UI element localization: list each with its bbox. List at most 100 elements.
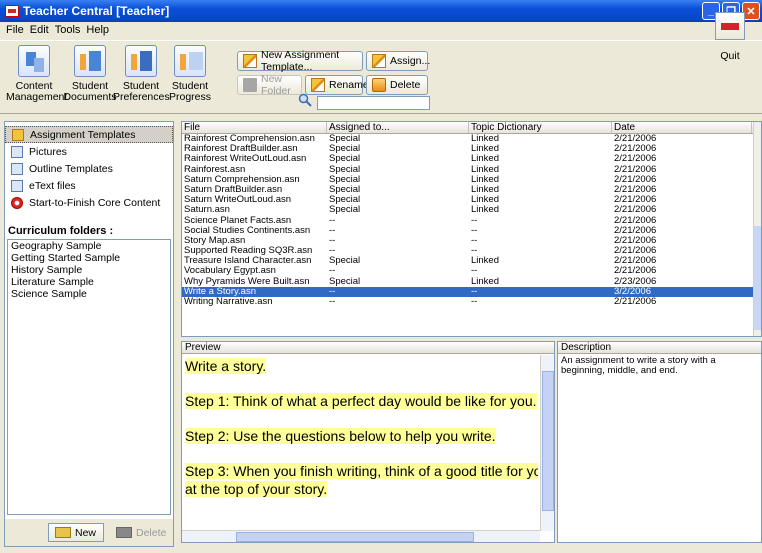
table-cell: Special: [329, 205, 361, 216]
folder-item[interactable]: Getting Started Sample: [8, 252, 170, 264]
description-pane: Description An assignment to write a sto…: [557, 341, 762, 543]
new-curriculum-folder-button[interactable]: New: [48, 523, 104, 542]
table-cell: Saturn Comprehension.asn: [184, 174, 300, 185]
table-row[interactable]: Treasure Island Character.asn Special Link…: [182, 256, 761, 266]
description-text: An assignment to write a story with a be…: [561, 355, 716, 376]
table-row[interactable]: Saturn Comprehension.asn Special Linked 2/2…: [182, 175, 761, 185]
table-cell: Linked: [471, 154, 499, 165]
assignment-templates-icon: [12, 128, 24, 141]
nav-pictures[interactable]: Pictures: [5, 143, 173, 160]
content-management-icon: [18, 45, 50, 77]
table-row[interactable]: Science Planet Facts.asn -- -- 2/21/2006: [182, 216, 761, 226]
new-folder-button[interactable]: New Folder: [237, 73, 302, 97]
table-row[interactable]: Why Pyramids Were Built.asn Special Linked…: [182, 277, 761, 287]
table-row[interactable]: Saturn DraftBuilder.asn Special Linked 2/21…: [182, 185, 761, 195]
table-cell: Linked: [471, 184, 499, 195]
table-row[interactable]: Saturn WriteOutLoud.asn Special Linked 2/21…: [182, 195, 761, 205]
table-cell: Linked: [471, 276, 499, 287]
table-cell: 2/21/2006: [614, 195, 657, 206]
table-cell: 2/23/2006: [614, 276, 657, 287]
table-cell: 2/21/2006: [614, 164, 657, 175]
table-cell: Why Pyramids Were Built.asn: [184, 276, 310, 287]
table-cell: --: [329, 246, 336, 257]
table-cell: Special: [329, 174, 361, 185]
folder-item[interactable]: Geography Sample: [8, 240, 170, 252]
preview-vertical-scrollbar[interactable]: [540, 355, 554, 531]
preview-horizontal-scrollbar[interactable]: [182, 530, 540, 542]
table-row[interactable]: Supported Reading SQ3R.asn -- -- 2/21/2006: [182, 246, 761, 256]
preview-header: Preview: [182, 342, 554, 354]
table-row[interactable]: Writing Narrative.asn -- -- 2/21/2006: [182, 297, 761, 307]
table-cell: Special: [329, 256, 361, 267]
preview-line: Write a story.: [185, 358, 267, 374]
preview-pane: Preview Write a story. Step 1: Think of …: [181, 341, 555, 543]
table-cell: Saturn DraftBuilder.asn: [184, 184, 283, 195]
table-row[interactable]: Social Studies Continents.asn -- -- 2/21/20…: [182, 226, 761, 236]
title-bar: Teacher Central [Teacher] _ ❐ ✕: [0, 0, 762, 22]
folder-item[interactable]: History Sample: [8, 264, 170, 276]
search-input[interactable]: [317, 96, 430, 110]
nav-assignment-templates[interactable]: Assignment Templates: [5, 126, 173, 143]
table-cell: 2/21/2006: [614, 256, 657, 267]
nav-core-content[interactable]: Start-to-Finish Core Content: [5, 194, 173, 211]
search-icon: [298, 93, 312, 107]
nav-outline-templates[interactable]: Outline Templates: [5, 160, 173, 177]
student-preferences-button[interactable]: Student Preferences: [113, 45, 170, 103]
table-cell: Special: [329, 154, 361, 165]
table-cell: Linked: [471, 174, 499, 185]
table-cell: Special: [329, 144, 361, 155]
table-cell: --: [329, 215, 336, 226]
column-header-topic[interactable]: Topic Dictionary: [469, 122, 612, 133]
pictures-icon: [11, 145, 23, 158]
column-header-date[interactable]: Date: [612, 122, 752, 133]
table-cell: --: [329, 297, 336, 307]
etext-files-icon: [11, 179, 23, 192]
folder-item[interactable]: Literature Sample: [8, 276, 170, 288]
student-progress-icon: [174, 45, 206, 77]
table-cell: Special: [329, 134, 361, 144]
menu-tools[interactable]: Tools: [52, 24, 84, 36]
table-row[interactable]: Rainforest Comprehension.asn Special Linke…: [182, 134, 761, 144]
content-management-button[interactable]: Content Management: [6, 45, 67, 103]
table-cell: 2/21/2006: [614, 235, 657, 246]
new-assignment-template-button[interactable]: New Assignment Template...: [237, 49, 363, 73]
table-cell: Linked: [471, 144, 499, 155]
table-row[interactable]: Rainforest WriteOutLoud.asn Special Linked…: [182, 154, 761, 164]
table-cell: 3/2/2006: [614, 286, 651, 297]
student-progress-button[interactable]: Student Progress: [162, 45, 218, 103]
menu-file[interactable]: File: [3, 24, 27, 36]
folder-icon: [116, 527, 132, 538]
menu-help[interactable]: Help: [83, 24, 112, 36]
table-row[interactable]: Rainforest.asn Special Linked 2/21/2006: [182, 165, 761, 175]
core-content-icon: [11, 196, 23, 209]
column-header-assigned[interactable]: Assigned to...: [327, 122, 469, 133]
folder-item[interactable]: Science Sample: [8, 288, 170, 300]
table-row[interactable]: Rainforest DraftBuilder.asn Special Linked…: [182, 144, 761, 154]
column-header-file[interactable]: File: [182, 122, 327, 133]
table-header: File Assigned to... Topic Dictionary Dat…: [182, 122, 761, 134]
preview-line: Step 3: When you finish writing, think o…: [185, 463, 538, 479]
table-cell: Social Studies Continents.asn: [184, 225, 311, 236]
curriculum-folders-title: Curriculum folders :: [8, 225, 114, 237]
menu-edit[interactable]: Edit: [27, 24, 52, 36]
delete-button[interactable]: Delete: [366, 75, 428, 95]
rename-button[interactable]: Rename: [305, 75, 369, 95]
table-row[interactable]: Write a Story.asn -- -- 3/2/2006: [182, 286, 761, 297]
table-cell: Special: [329, 195, 361, 206]
assign-button[interactable]: Assign...: [366, 51, 430, 71]
table-row[interactable]: Saturn.asn Special Linked 2/21/2006: [182, 205, 761, 215]
description-header: Description: [558, 342, 761, 354]
file-table: File Assigned to... Topic Dictionary Dat…: [181, 121, 762, 337]
table-cell: --: [471, 235, 478, 246]
table-cell: 2/21/2006: [614, 134, 657, 144]
table-row[interactable]: Story Map.asn -- -- 2/21/2006: [182, 236, 761, 246]
quit-button[interactable]: Quit: [710, 4, 750, 62]
table-cell: Story Map.asn: [184, 235, 246, 246]
preview-line: Step 2: Use the questions below to help …: [185, 428, 496, 444]
menu-bar: File Edit Tools Help: [0, 22, 762, 38]
nav-etext-files[interactable]: eText files: [5, 177, 173, 194]
table-scrollbar[interactable]: [753, 122, 761, 336]
student-documents-button[interactable]: Student Documents: [62, 45, 118, 103]
delete-curriculum-folder-button[interactable]: Delete: [110, 523, 172, 542]
table-row[interactable]: Vocabulary Egypt.asn -- -- 2/21/2006: [182, 266, 761, 276]
